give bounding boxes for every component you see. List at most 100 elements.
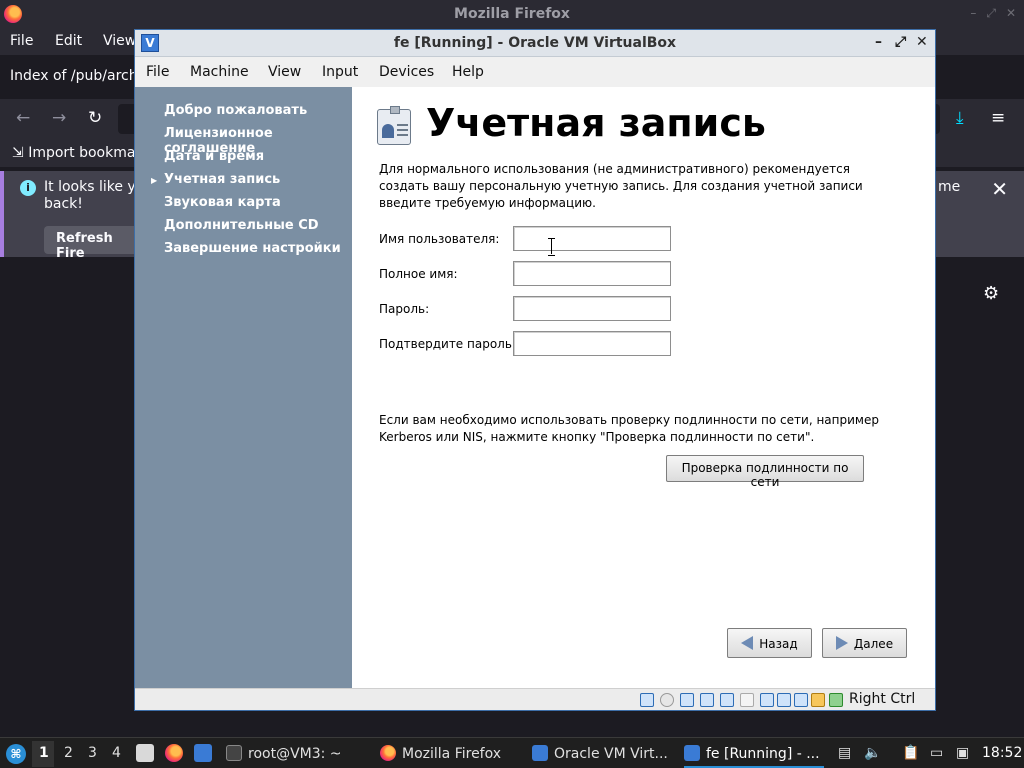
- host-key-icon[interactable]: [829, 693, 843, 707]
- next-arrow-icon: [835, 636, 848, 650]
- import-bookmarks-label: Import bookma: [28, 145, 136, 161]
- clipboard-icon[interactable]: 📋: [902, 745, 919, 761]
- workspace-4[interactable]: 4: [112, 745, 121, 761]
- maximize-icon[interactable]: ⤢: [895, 34, 906, 50]
- back-arrow-icon: [741, 636, 754, 650]
- username-field[interactable]: [513, 226, 671, 251]
- network-icon[interactable]: [700, 693, 714, 707]
- confirm-password-field[interactable]: [513, 331, 671, 356]
- taskbar: ⌘ 1 2 3 4 root@VM3: ~ Mozilla Firefox Or…: [0, 737, 1024, 768]
- installer-steps-sidebar: Добро пожаловать Лицензионное соглашение…: [135, 87, 352, 688]
- virtualbox-icon: [532, 745, 548, 761]
- gear-icon[interactable]: ⚙: [983, 283, 999, 304]
- firefox-menu-edit[interactable]: Edit: [55, 33, 82, 49]
- clock: 18:52: [982, 745, 1023, 761]
- virtualbox-window-title: fe [Running] - Oracle VM VirtualBox: [393, 35, 677, 51]
- notifications-icon[interactable]: ▣: [956, 745, 969, 761]
- next-button[interactable]: Далее: [822, 628, 907, 658]
- back-arrow-icon[interactable]: ←: [16, 108, 30, 128]
- step-date-time: Дата и время: [164, 149, 265, 164]
- minimize-icon[interactable]: –: [875, 34, 882, 50]
- vbox-menu-devices[interactable]: Devices: [379, 64, 434, 80]
- vm-icon: [684, 745, 700, 761]
- desktop-icon[interactable]: [194, 744, 212, 762]
- text-cursor-icon: [548, 238, 555, 256]
- intro-text: Для нормального использования (не админи…: [379, 162, 863, 210]
- virtualbox-titlebar: V fe [Running] - Oracle VM VirtualBox – …: [135, 30, 935, 57]
- back-button-label: Назад: [759, 637, 798, 651]
- task-terminal[interactable]: root@VM3: ~: [226, 738, 342, 768]
- host-key-label: Right Ctrl: [849, 691, 916, 707]
- workspace-1[interactable]: 1: [39, 745, 49, 761]
- password-field[interactable]: [513, 296, 671, 321]
- page-title: Учетная запись: [426, 101, 766, 145]
- step-additional-cd: Дополнительные CD: [164, 218, 319, 233]
- task-virtualbox-manager[interactable]: Oracle VM Virt...: [532, 738, 668, 768]
- fullname-field[interactable]: [513, 261, 671, 286]
- minimize-icon[interactable]: –: [970, 6, 976, 21]
- back-button[interactable]: Назад: [727, 628, 812, 658]
- info-icon: i: [20, 180, 36, 196]
- task-firefox-label: Mozilla Firefox: [402, 746, 502, 762]
- shared-folders-icon[interactable]: [740, 693, 754, 707]
- task-terminal-label: root@VM3: ~: [248, 746, 342, 762]
- password-label: Пароль:: [379, 302, 430, 316]
- notice-text-2: back!: [44, 196, 83, 212]
- close-icon[interactable]: ✕: [1006, 6, 1016, 21]
- monitor-icon[interactable]: ▭: [930, 745, 943, 761]
- virtualbox-window: V fe [Running] - Oracle VM VirtualBox – …: [134, 29, 936, 711]
- notice-text-tail: me: [938, 179, 961, 195]
- maximize-icon[interactable]: ⤢: [986, 6, 996, 21]
- import-bookmarks-link[interactable]: ⇲ Import bookma: [12, 145, 135, 161]
- start-menu-icon[interactable]: ⌘: [6, 744, 26, 764]
- network-auth-text: Если вам необходимо использовать проверк…: [379, 413, 879, 444]
- firefox-icon: [380, 745, 396, 761]
- confirm-password-label: Подтвердите пароль:: [379, 337, 516, 351]
- vbox-menu-machine[interactable]: Machine: [190, 64, 249, 80]
- hard-disk-icon[interactable]: [640, 693, 654, 707]
- notice-text: It looks like yo: [44, 179, 145, 195]
- vbox-menu-view[interactable]: View: [268, 64, 301, 80]
- notice-close-icon[interactable]: ✕: [991, 177, 1008, 201]
- virtualbox-statusbar: Right Ctrl: [135, 688, 935, 710]
- step-user-account: Учетная запись: [164, 172, 281, 187]
- task-firefox[interactable]: Mozilla Firefox: [380, 738, 501, 768]
- workspace-2[interactable]: 2: [64, 745, 73, 761]
- current-step-arrow-icon: ▶: [151, 176, 158, 185]
- close-icon[interactable]: ✕: [916, 34, 928, 50]
- vbox-menu-help[interactable]: Help: [452, 64, 484, 80]
- hamburger-menu-icon[interactable]: ≡: [991, 108, 1005, 128]
- volume-icon[interactable]: 🔈: [864, 745, 881, 761]
- firefox-menu-view[interactable]: View: [103, 33, 136, 49]
- step-sound-card: Звуковая карта: [164, 195, 281, 210]
- video-capture-icon[interactable]: [777, 693, 791, 707]
- fullname-label: Полное имя:: [379, 267, 458, 281]
- firefox-launcher-icon[interactable]: [165, 744, 183, 762]
- task-vm-running-label: fe [Running] - ...: [706, 746, 820, 762]
- forward-arrow-icon[interactable]: →: [52, 108, 66, 128]
- vbox-menu-input[interactable]: Input: [322, 64, 358, 80]
- firefox-tab[interactable]: Index of /pub/arch: [10, 68, 138, 84]
- network-auth-button[interactable]: Проверка подлинности по сети: [666, 455, 864, 489]
- reload-icon[interactable]: ↻: [88, 108, 102, 128]
- display-icon[interactable]: [760, 693, 774, 707]
- firefox-menu-file[interactable]: File: [10, 33, 33, 49]
- workspace-3[interactable]: 3: [88, 745, 97, 761]
- guest-display[interactable]: Добро пожаловать Лицензионное соглашение…: [135, 87, 935, 688]
- optical-drive-icon[interactable]: [660, 693, 674, 707]
- vbox-menu-file[interactable]: File: [146, 64, 169, 80]
- download-icon[interactable]: ⤓: [956, 108, 964, 128]
- usb-icon[interactable]: [720, 693, 734, 707]
- task-virtualbox-manager-label: Oracle VM Virt...: [554, 746, 668, 762]
- username-label: Имя пользователя:: [379, 232, 500, 246]
- audio-icon[interactable]: [680, 693, 694, 707]
- virtualization-icon[interactable]: [794, 693, 808, 707]
- virtualbox-menubar: File Machine View Input Devices Help: [135, 58, 935, 87]
- refresh-firefox-button[interactable]: Refresh Fire: [44, 226, 144, 261]
- next-button-label: Далее: [853, 637, 894, 651]
- task-vm-running[interactable]: fe [Running] - ...: [684, 738, 824, 768]
- drive-icon[interactable]: ▤: [838, 745, 851, 761]
- mouse-integration-icon[interactable]: [811, 693, 825, 707]
- step-welcome: Добро пожаловать: [164, 103, 308, 118]
- file-manager-icon[interactable]: [136, 744, 154, 762]
